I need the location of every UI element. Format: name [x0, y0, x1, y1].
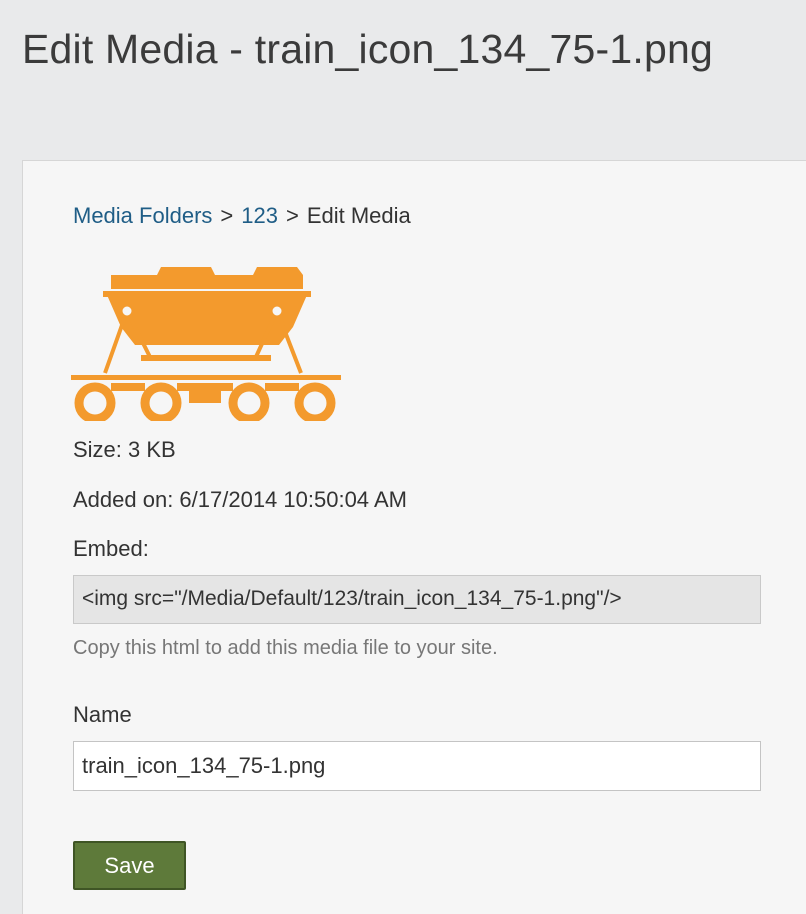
breadcrumb-separator: > — [220, 203, 234, 228]
page-title: Edit Media - train_icon_134_75-1.png — [22, 26, 713, 72]
breadcrumb: Media Folders >123 > Edit Media — [73, 203, 411, 229]
file-size: Size: 3 KB — [73, 437, 176, 462]
breadcrumb-current: Edit Media — [306, 203, 411, 228]
train-wagon-icon — [71, 267, 341, 421]
edit-media-panel: Media Folders >123 > Edit Media Size: 3 … — [22, 160, 806, 914]
embed-help-text: Copy this html to add this media file to… — [73, 637, 498, 659]
embed-code-field[interactable]: <img src="/Media/Default/123/train_icon_… — [73, 575, 761, 624]
breadcrumb-link-media-folders[interactable]: Media Folders — [73, 203, 212, 228]
save-button[interactable]: Save — [73, 841, 186, 890]
embed-label: Embed: — [73, 536, 149, 561]
breadcrumb-separator: > — [285, 203, 299, 228]
name-input[interactable] — [73, 741, 761, 791]
breadcrumb-link-123[interactable]: 123 — [241, 203, 278, 228]
name-label: Name — [73, 702, 132, 727]
added-on: Added on: 6/17/2014 10:50:04 AM — [73, 487, 407, 512]
